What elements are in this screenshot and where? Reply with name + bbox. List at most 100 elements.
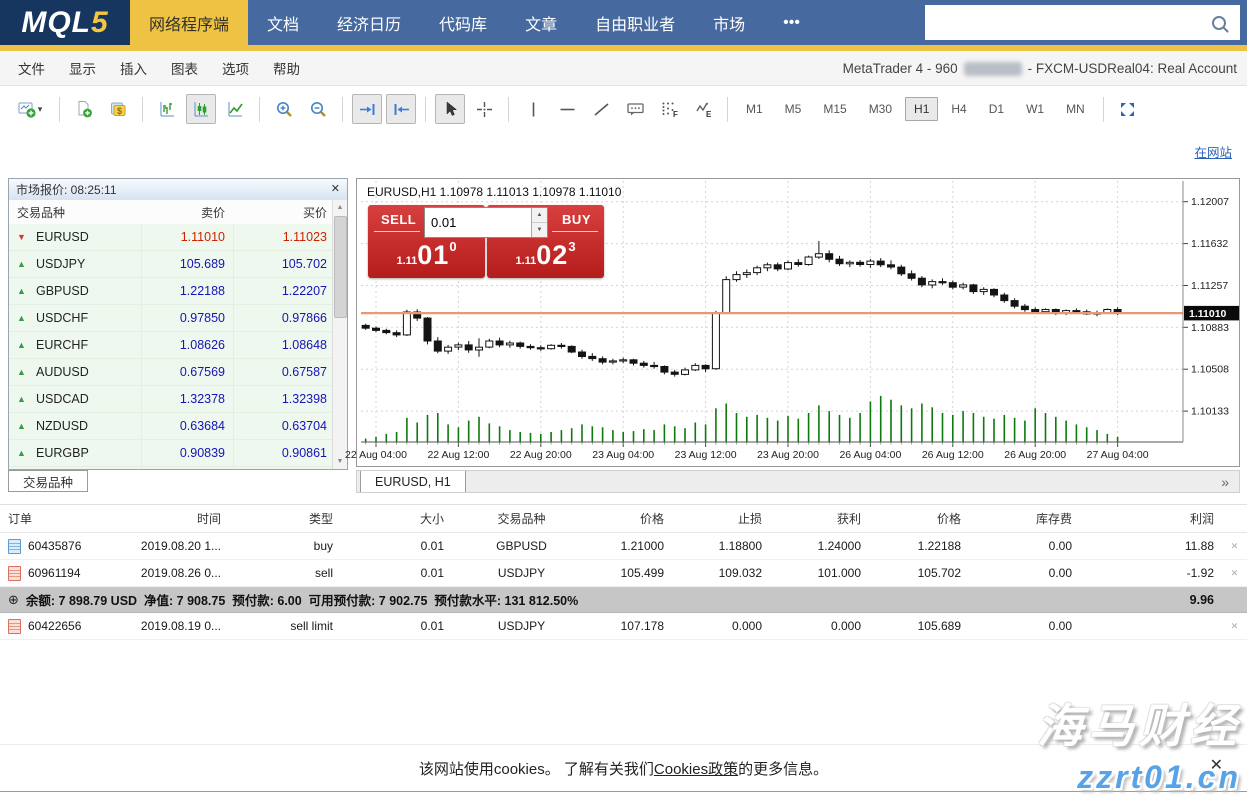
timeframe-m30[interactable]: M30 xyxy=(860,97,901,121)
order-id-cell: 60422656 xyxy=(0,619,118,634)
fibonacci-button[interactable]: F xyxy=(654,94,684,124)
bid-price: 1.22188 xyxy=(141,278,233,304)
timeframe-h4[interactable]: H4 xyxy=(942,97,975,121)
menu-item-6[interactable]: 帮助 xyxy=(261,58,312,78)
ask-price: 105.702 xyxy=(233,251,333,277)
search-icon[interactable] xyxy=(1212,16,1226,30)
horizontal-line-button[interactable] xyxy=(552,94,582,124)
list-item-symbol-usdcad[interactable]: ▲USDCAD1.323781.32398 xyxy=(9,386,333,413)
timeframe-m1[interactable]: M1 xyxy=(737,97,772,121)
orders-column-3: 类型 xyxy=(229,510,341,527)
account-suffix: - FXCM-USDReal04: Real Account xyxy=(1028,61,1237,76)
table-row-order-60422656[interactable]: 604226562019.08.19 0...sell limit0.01USD… xyxy=(0,613,1247,640)
auto-scroll-button[interactable] xyxy=(352,94,382,124)
market-watch-scrollbar[interactable]: ▲ ▼ xyxy=(332,200,347,469)
new-chart-button[interactable]: ▾ xyxy=(10,94,50,124)
list-item-symbol-usdchf[interactable]: ▲USDCHF0.978500.97866 xyxy=(9,305,333,332)
timeframe-w1[interactable]: W1 xyxy=(1017,97,1053,121)
mql5-logo[interactable]: MQL5 xyxy=(0,0,130,45)
search-box[interactable] xyxy=(925,5,1240,40)
line-chart-button[interactable] xyxy=(220,94,250,124)
list-item-symbol-audusd[interactable]: ▲AUDUSD0.675690.67587 xyxy=(9,359,333,386)
zoom-out-button[interactable] xyxy=(303,94,333,124)
balance-summary-row: ⊕余额: 7 898.79 USD 净值: 7 908.75 预付款: 6.00… xyxy=(0,587,1247,613)
close-order-icon[interactable]: ✕ xyxy=(1222,568,1247,579)
order-profit: -1.92 xyxy=(1080,566,1222,580)
crosshair-button[interactable] xyxy=(469,94,499,124)
menu-item-5[interactable]: 选项 xyxy=(210,58,261,78)
expand-plus-icon[interactable]: ⊕ xyxy=(8,592,19,608)
timeframe-mn[interactable]: MN xyxy=(1057,97,1094,121)
orders-table: 订单时间类型大小交易品种价格止损获利价格库存费利润604358762019.08… xyxy=(0,504,1247,640)
list-item-symbol-eurjpy[interactable]: ▲EURJPY117.839117.851 xyxy=(9,467,333,469)
order-profit: 11.88 xyxy=(1080,539,1222,553)
table-row-order-60435876[interactable]: 604358762019.08.20 1...buy0.01GBPUSD1.21… xyxy=(0,533,1247,560)
list-item-symbol-gbpusd[interactable]: ▲GBPUSD1.221881.22207 xyxy=(9,278,333,305)
elliott-waves-button[interactable]: E xyxy=(688,94,718,124)
order-symbol: GBPUSD xyxy=(452,539,599,553)
volume-input[interactable] xyxy=(425,208,531,237)
timeframe-m15[interactable]: M15 xyxy=(814,97,855,121)
menu-item-1[interactable]: 文件 xyxy=(6,58,57,78)
buy-price-point: 3 xyxy=(568,239,575,254)
vertical-line-button[interactable] xyxy=(518,94,548,124)
nav-item-1[interactable]: 网络程序端 xyxy=(130,0,248,45)
close-order-icon[interactable]: ✕ xyxy=(1222,541,1247,552)
close-order-icon[interactable]: ✕ xyxy=(1222,621,1247,632)
spinner-up-icon[interactable]: ▲ xyxy=(532,208,547,223)
cookies-policy-link[interactable]: Cookies政策 xyxy=(654,758,738,779)
timeframe-h1[interactable]: H1 xyxy=(905,97,938,121)
toolbar-separator xyxy=(508,97,509,122)
volume-spinner: ▲ ▼ xyxy=(531,208,547,237)
orders-column-1: 订单 xyxy=(0,510,118,527)
list-item-symbol-nzdusd[interactable]: ▲NZDUSD0.636840.63704 xyxy=(9,413,333,440)
trendline-button[interactable] xyxy=(586,94,616,124)
tab-market-watch[interactable]: 交易品种 xyxy=(8,470,88,492)
timeframe-m5[interactable]: M5 xyxy=(776,97,811,121)
cursor-button[interactable] xyxy=(435,94,465,124)
toolbar-separator xyxy=(59,97,60,122)
new-chart-icon xyxy=(18,100,37,119)
chevron-down-icon[interactable]: ▾ xyxy=(38,104,43,115)
list-item-symbol-eurusd[interactable]: ▼EURUSD1.110101.11023 xyxy=(9,224,333,251)
tab-eurusd-h1[interactable]: EURUSD, H1 xyxy=(360,471,466,492)
fullscreen-button[interactable] xyxy=(1113,94,1143,124)
nav-item-2[interactable]: 文档 xyxy=(248,0,318,45)
nav-item-4[interactable]: 代码库 xyxy=(420,0,506,45)
nav-item-6[interactable]: 自由职业者 xyxy=(576,0,694,45)
svg-text:1.12007: 1.12007 xyxy=(1191,196,1229,208)
zoom-in-button[interactable] xyxy=(269,94,299,124)
list-item-symbol-eurgbp[interactable]: ▲EURGBP0.908390.90861 xyxy=(9,440,333,467)
spinner-down-icon[interactable]: ▼ xyxy=(532,223,547,237)
text-label-button[interactable] xyxy=(620,94,650,124)
orders-column-6: 价格 xyxy=(599,510,672,527)
candlestick-chart-button[interactable] xyxy=(186,94,216,124)
new-order-button[interactable] xyxy=(69,94,99,124)
bid-price: 1.08626 xyxy=(141,332,233,358)
menu-item-3[interactable]: 插入 xyxy=(108,58,159,78)
scrollbar-thumb[interactable] xyxy=(334,216,347,318)
bar-chart-button[interactable] xyxy=(152,94,182,124)
horizontal-line-icon xyxy=(558,100,577,119)
nav-item-5[interactable]: 文章 xyxy=(506,0,576,45)
menu-item-4[interactable]: 图表 xyxy=(159,58,210,78)
table-row-order-60961194[interactable]: 609611942019.08.26 0...sell0.01USDJPY105… xyxy=(0,560,1247,587)
chart-shift-button[interactable] xyxy=(386,94,416,124)
nav-item-8[interactable]: ••• xyxy=(764,0,819,45)
menu-item-2[interactable]: 显示 xyxy=(57,58,108,78)
scroll-up-icon[interactable]: ▲ xyxy=(333,204,347,211)
sell-price-point: 0 xyxy=(449,239,456,254)
list-item-symbol-eurchf[interactable]: ▲EURCHF1.086261.08648 xyxy=(9,332,333,359)
on-website-link[interactable]: 在网站 xyxy=(1194,142,1232,161)
chevron-right-icon[interactable]: » xyxy=(1221,474,1239,490)
cookie-close-icon[interactable]: ✕ xyxy=(1210,758,1223,774)
close-icon[interactable]: ✕ xyxy=(331,184,340,195)
order-window-button[interactable]: $ xyxy=(103,94,133,124)
zoom-in-icon xyxy=(275,100,294,119)
timeframe-d1[interactable]: D1 xyxy=(980,97,1013,121)
list-item-symbol-usdjpy[interactable]: ▲USDJPY105.689105.702 xyxy=(9,251,333,278)
search-input[interactable] xyxy=(925,5,1212,40)
up-arrow-icon: ▲ xyxy=(9,313,33,323)
nav-item-7[interactable]: 市场 xyxy=(694,0,764,45)
nav-item-3[interactable]: 经济日历 xyxy=(318,0,420,45)
